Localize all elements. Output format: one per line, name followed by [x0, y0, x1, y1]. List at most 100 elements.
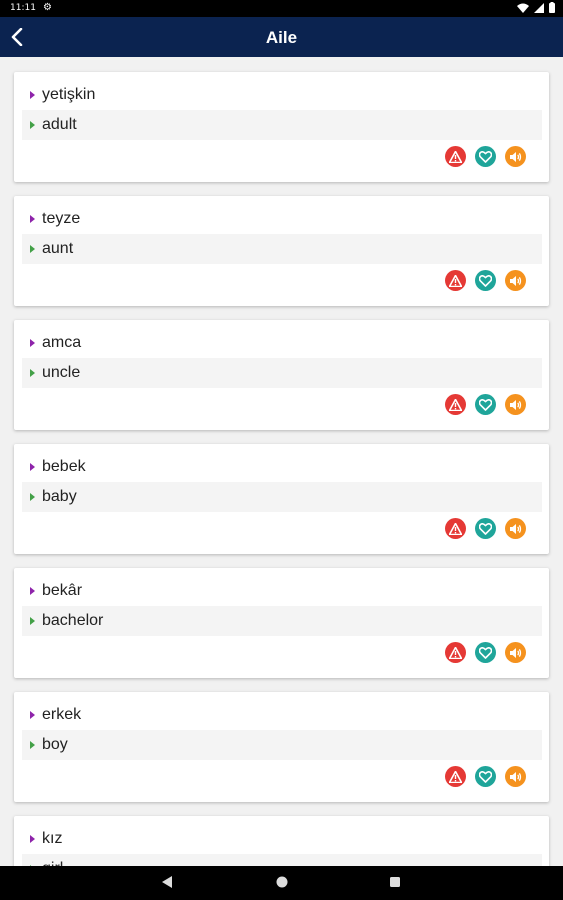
word-bullet-icon	[30, 339, 35, 347]
warning-icon	[449, 150, 462, 163]
translation-bullet-icon	[30, 493, 35, 501]
nav-recents-icon[interactable]	[389, 876, 401, 888]
audio-button[interactable]	[505, 146, 526, 167]
nav-back-icon[interactable]	[161, 875, 173, 889]
word-row: teyze	[22, 204, 542, 234]
warning-icon	[449, 646, 462, 659]
translation-text: adult	[42, 116, 77, 133]
audio-button[interactable]	[505, 394, 526, 415]
status-icons	[517, 2, 555, 13]
system-navigation-bar	[0, 866, 563, 900]
heart-icon	[479, 770, 492, 783]
translation-text: boy	[42, 736, 68, 753]
word-bullet-icon	[30, 711, 35, 719]
word-bullet-icon	[30, 463, 35, 471]
report-button[interactable]	[445, 642, 466, 663]
word-text: amca	[42, 334, 82, 351]
translation-row: adult	[22, 110, 542, 140]
word-row: yetişkin	[22, 80, 542, 110]
translation-row: girl	[22, 854, 542, 866]
word-row: kız	[22, 824, 542, 854]
translation-row: boy	[22, 730, 542, 760]
favorite-button[interactable]	[475, 394, 496, 415]
warning-icon	[449, 522, 462, 535]
word-row: amca	[22, 328, 542, 358]
translation-row: baby	[22, 482, 542, 512]
vocab-card: teyze aunt	[14, 196, 549, 306]
word-text: teyze	[42, 210, 81, 227]
favorite-button[interactable]	[475, 270, 496, 291]
favorite-button[interactable]	[475, 766, 496, 787]
translation-text: bachelor	[42, 612, 104, 629]
word-text: kız	[42, 830, 63, 847]
nav-home-icon[interactable]	[275, 875, 289, 889]
vocab-card: bebek baby	[14, 444, 549, 554]
report-button[interactable]	[445, 146, 466, 167]
speaker-icon	[510, 771, 522, 782]
warning-icon	[449, 274, 462, 287]
favorite-button[interactable]	[475, 642, 496, 663]
battery-icon	[549, 2, 555, 13]
vocab-card: yetişkin adult	[14, 72, 549, 182]
translation-row: aunt	[22, 234, 542, 264]
word-text: bebek	[42, 458, 86, 475]
audio-button[interactable]	[505, 270, 526, 291]
translation-text: baby	[42, 488, 77, 505]
vocab-card: amca uncle	[14, 320, 549, 430]
heart-icon	[479, 398, 492, 411]
word-row: bebek	[22, 452, 542, 482]
audio-button[interactable]	[505, 766, 526, 787]
translation-row: uncle	[22, 358, 542, 388]
vocab-card: bekâr bachelor	[14, 568, 549, 678]
word-text: bekâr	[42, 582, 83, 599]
word-text: yetişkin	[42, 86, 96, 103]
translation-bullet-icon	[30, 369, 35, 377]
translation-bullet-icon	[30, 245, 35, 253]
speaker-icon	[510, 151, 522, 162]
card-actions	[445, 518, 526, 539]
report-button[interactable]	[445, 766, 466, 787]
wifi-icon	[517, 3, 529, 13]
vocabulary-list[interactable]: yetişkin adult teyze aunt amca uncle beb…	[0, 57, 563, 866]
word-bullet-icon	[30, 215, 35, 223]
vocab-card: erkek boy	[14, 692, 549, 802]
card-actions	[445, 146, 526, 167]
audio-button[interactable]	[505, 642, 526, 663]
settings-gear-icon: ⚙	[43, 2, 52, 13]
status-time: 11:11	[10, 3, 36, 13]
word-row: bekâr	[22, 576, 542, 606]
app-bar: Aile	[0, 17, 563, 57]
page-title: Aile	[265, 28, 298, 47]
audio-button[interactable]	[505, 518, 526, 539]
card-actions	[445, 642, 526, 663]
vocab-card: kız girl	[14, 816, 549, 866]
word-bullet-icon	[30, 91, 35, 99]
translation-bullet-icon	[30, 617, 35, 625]
favorite-button[interactable]	[475, 518, 496, 539]
speaker-icon	[510, 275, 522, 286]
warning-icon	[449, 770, 462, 783]
translation-text: aunt	[42, 240, 74, 257]
translation-bullet-icon	[30, 121, 35, 129]
word-text: erkek	[42, 706, 82, 723]
heart-icon	[479, 274, 492, 287]
word-bullet-icon	[30, 835, 35, 843]
translation-text: uncle	[42, 364, 81, 381]
heart-icon	[479, 646, 492, 659]
status-bar: 11:11 ⚙	[0, 0, 563, 17]
word-row: erkek	[22, 700, 542, 730]
favorite-button[interactable]	[475, 146, 496, 167]
translation-row: bachelor	[22, 606, 542, 636]
report-button[interactable]	[445, 270, 466, 291]
signal-icon	[534, 2, 544, 13]
speaker-icon	[510, 523, 522, 534]
warning-icon	[449, 398, 462, 411]
report-button[interactable]	[445, 518, 466, 539]
card-actions	[445, 270, 526, 291]
word-bullet-icon	[30, 587, 35, 595]
speaker-icon	[510, 647, 522, 658]
report-button[interactable]	[445, 394, 466, 415]
translation-bullet-icon	[30, 741, 35, 749]
card-actions	[445, 394, 526, 415]
card-actions	[445, 766, 526, 787]
